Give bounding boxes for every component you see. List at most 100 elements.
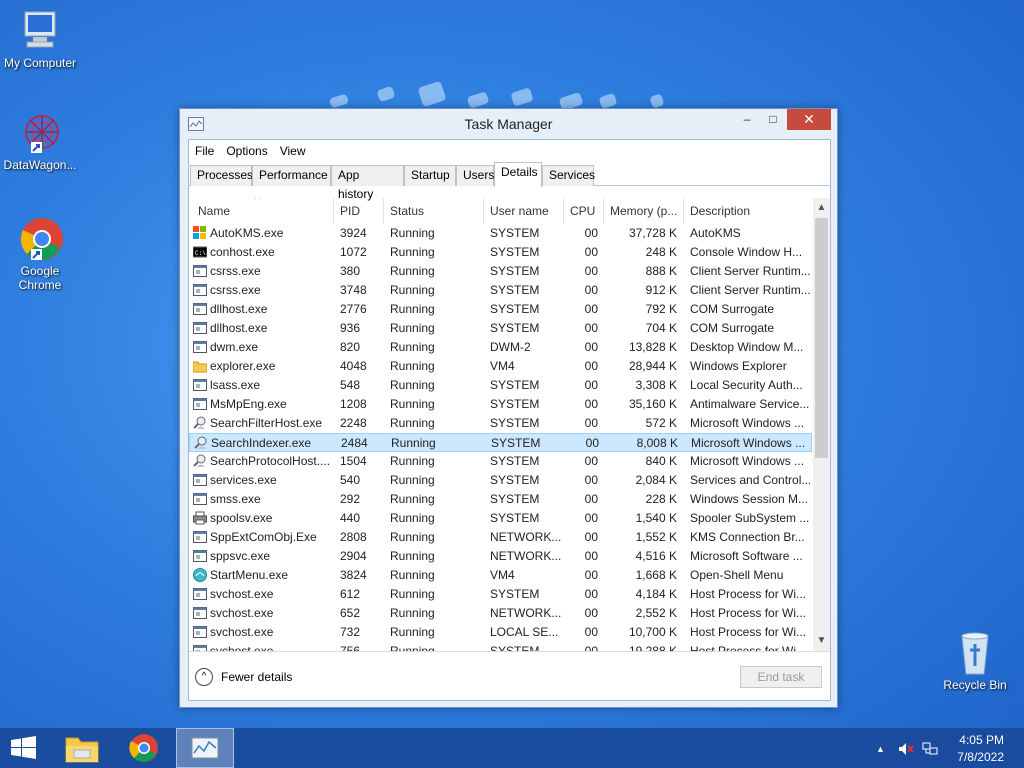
table-row[interactable]: SppExtComObj.Exe 2808 Running NETWORK... 00 1… xyxy=(189,528,812,547)
scroll-up-arrow-icon[interactable]: ▲ xyxy=(813,200,830,216)
vertical-scrollbar[interactable]: ▲ ▼ xyxy=(813,198,830,651)
table-row[interactable]: MsMpEng.exe 1208 Running SYSTEM 00 35,160 K An… xyxy=(189,395,812,414)
process-desc: Windows Session M... xyxy=(690,492,809,506)
close-button[interactable]: ✕ xyxy=(787,109,831,130)
scroll-down-arrow-icon[interactable]: ▼ xyxy=(813,633,830,649)
task-manager-content: File Options View Processes Performance … xyxy=(188,139,831,701)
taskbar-explorer[interactable] xyxy=(56,728,108,768)
desktop-icon-my-computer[interactable]: My Computer xyxy=(0,8,80,70)
fewer-details-link[interactable]: Fewer details xyxy=(221,670,292,684)
column-header-cpu[interactable]: CPU xyxy=(564,198,604,224)
column-header-name[interactable]: Name xyxy=(189,198,334,224)
minimize-button[interactable]: – xyxy=(734,109,760,130)
process-status: Running xyxy=(390,264,435,278)
desktop-icon-google-chrome[interactable]: Google Chrome xyxy=(0,216,80,292)
taskbar: ▲ 4:05 PM 7/8/2022 xyxy=(0,728,1024,768)
tab-users[interactable]: Users xyxy=(456,165,494,186)
show-hidden-icons-button[interactable]: ▲ xyxy=(876,744,885,754)
process-user: SYSTEM xyxy=(491,436,541,450)
menu-view[interactable]: View xyxy=(280,144,306,158)
tab-performance[interactable]: Performance xyxy=(252,165,331,186)
process-pid: 756 xyxy=(340,644,361,651)
process-name: SearchFilterHost.exe xyxy=(210,416,323,430)
table-row[interactable]: lsass.exe 548 Running SYSTEM 00 3,308 K Local … xyxy=(189,376,812,395)
recycle-bin-icon xyxy=(952,630,998,676)
process-status: Running xyxy=(390,587,435,601)
table-row[interactable]: AutoKMS.exe 3924 Running SYSTEM 00 37,728 K Au… xyxy=(189,224,812,243)
table-row[interactable]: dllhost.exe 2776 Running SYSTEM 00 792 K COM S… xyxy=(189,300,812,319)
tab-services[interactable]: Services xyxy=(542,165,595,186)
process-cpu: 00 xyxy=(584,511,598,525)
process-cpu: 00 xyxy=(584,454,598,468)
tab-app-history[interactable]: App history xyxy=(331,165,404,201)
table-row[interactable]: services.exe 540 Running SYSTEM 00 2,084 K Ser… xyxy=(189,471,812,490)
table-row[interactable]: dllhost.exe 936 Running SYSTEM 00 704 K COM Su… xyxy=(189,319,812,338)
table-row[interactable]: explorer.exe 4048 Running VM4 00 28,944 K Wind… xyxy=(189,357,812,376)
process-mem: 28,944 K xyxy=(628,359,677,373)
search-person-icon xyxy=(193,454,207,468)
table-row[interactable]: C:\ conhost.exe 1072 Running SYSTEM 00 248 K Co… xyxy=(189,243,812,262)
column-header-status[interactable]: Status xyxy=(384,198,484,224)
system-clock[interactable]: 4:05 PM 7/8/2022 xyxy=(957,733,1004,765)
chrome-icon xyxy=(129,734,158,762)
table-row[interactable]: svchost.exe 612 Running SYSTEM 00 4,184 K Host… xyxy=(189,585,812,604)
app-window-icon xyxy=(193,340,207,354)
table-row[interactable]: svchost.exe 652 Running NETWORK... 00 2,552 K… xyxy=(189,604,812,623)
shell-icon xyxy=(193,568,207,582)
table-row[interactable]: SearchProtocolHost.... 1504 Running SYSTEM 0… xyxy=(189,452,812,471)
column-header-pid[interactable]: PID xyxy=(334,198,384,224)
table-row[interactable]: smss.exe 292 Running SYSTEM 00 228 K Windows S… xyxy=(189,490,812,509)
table-row[interactable]: dwm.exe 820 Running DWM-2 00 13,828 K Desktop … xyxy=(189,338,812,357)
process-desc: Client Server Runtim... xyxy=(690,264,810,278)
table-row[interactable]: StartMenu.exe 3824 Running VM4 00 1,668 K Open… xyxy=(189,566,812,585)
process-status: Running xyxy=(390,644,435,651)
chevron-up-icon[interactable]: ^ xyxy=(195,668,213,686)
table-row[interactable]: SearchIndexer.exe 2484 Running SYSTEM 00 8,00… xyxy=(189,433,812,452)
title-bar[interactable]: Task Manager – □ ✕ xyxy=(180,109,837,139)
table-row[interactable]: svchost.exe 732 Running LOCAL SE... 00 10,700… xyxy=(189,623,812,642)
process-name: lsass.exe xyxy=(210,378,261,392)
table-row[interactable]: SearchFilterHost.exe 2248 Running SYSTEM 00 5… xyxy=(189,414,812,433)
process-name: sppsvc.exe xyxy=(210,549,271,563)
sort-ascending-icon: ^ xyxy=(255,198,260,205)
volume-muted-icon[interactable] xyxy=(898,742,914,759)
desktop-icon-datawagon[interactable]: DataWagon... xyxy=(0,110,80,172)
table-row[interactable]: sppsvc.exe 2904 Running NETWORK... 00 4,516 K… xyxy=(189,547,812,566)
process-desc: Microsoft Windows ... xyxy=(690,416,805,430)
process-status: Running xyxy=(390,473,435,487)
column-header-memory[interactable]: Memory (p... xyxy=(604,198,684,224)
process-user: NETWORK... xyxy=(490,549,562,563)
tab-processes[interactable]: Processes xyxy=(190,165,253,186)
tab-details[interactable]: Details xyxy=(494,162,542,187)
process-user: SYSTEM xyxy=(490,511,540,525)
menu-options[interactable]: Options xyxy=(226,144,267,158)
process-desc: Local Security Auth... xyxy=(690,378,803,392)
network-icon[interactable] xyxy=(922,742,938,759)
end-task-button[interactable]: End task xyxy=(740,666,822,688)
process-status: Running xyxy=(390,530,435,544)
tab-startup[interactable]: Startup xyxy=(404,165,456,186)
process-pid: 2808 xyxy=(340,530,367,544)
column-header-user-name[interactable]: User name xyxy=(484,198,564,224)
table-row[interactable]: csrss.exe 380 Running SYSTEM 00 888 K Client S… xyxy=(189,262,812,281)
table-row[interactable]: spoolsv.exe 440 Running SYSTEM 00 1,540 K Spoo… xyxy=(189,509,812,528)
column-header-description[interactable]: Description xyxy=(684,198,812,224)
taskbar-task-manager[interactable] xyxy=(176,728,234,768)
table-row[interactable]: svchost.exe 756 Running SYSTEM 00 19,288 K Hos… xyxy=(189,642,812,651)
menu-file[interactable]: File xyxy=(195,144,214,158)
scroll-thumb[interactable] xyxy=(815,218,828,458)
process-status: Running xyxy=(390,511,435,525)
process-desc: Antimalware Service... xyxy=(690,397,810,411)
app-window-icon xyxy=(193,321,207,335)
maximize-button[interactable]: □ xyxy=(760,109,786,130)
process-name: StartMenu.exe xyxy=(210,568,289,582)
taskbar-chrome[interactable] xyxy=(118,728,170,768)
desktop-icon-recycle-bin[interactable]: Recycle Bin xyxy=(935,630,1015,692)
computer-icon xyxy=(17,8,63,54)
table-row[interactable]: csrss.exe 3748 Running SYSTEM 00 912 K Client … xyxy=(189,281,812,300)
start-button[interactable] xyxy=(0,728,48,768)
process-pid: 1208 xyxy=(340,397,367,411)
process-mem: 4,184 K xyxy=(635,587,677,601)
process-status: Running xyxy=(390,226,435,240)
process-pid: 1504 xyxy=(340,454,367,468)
